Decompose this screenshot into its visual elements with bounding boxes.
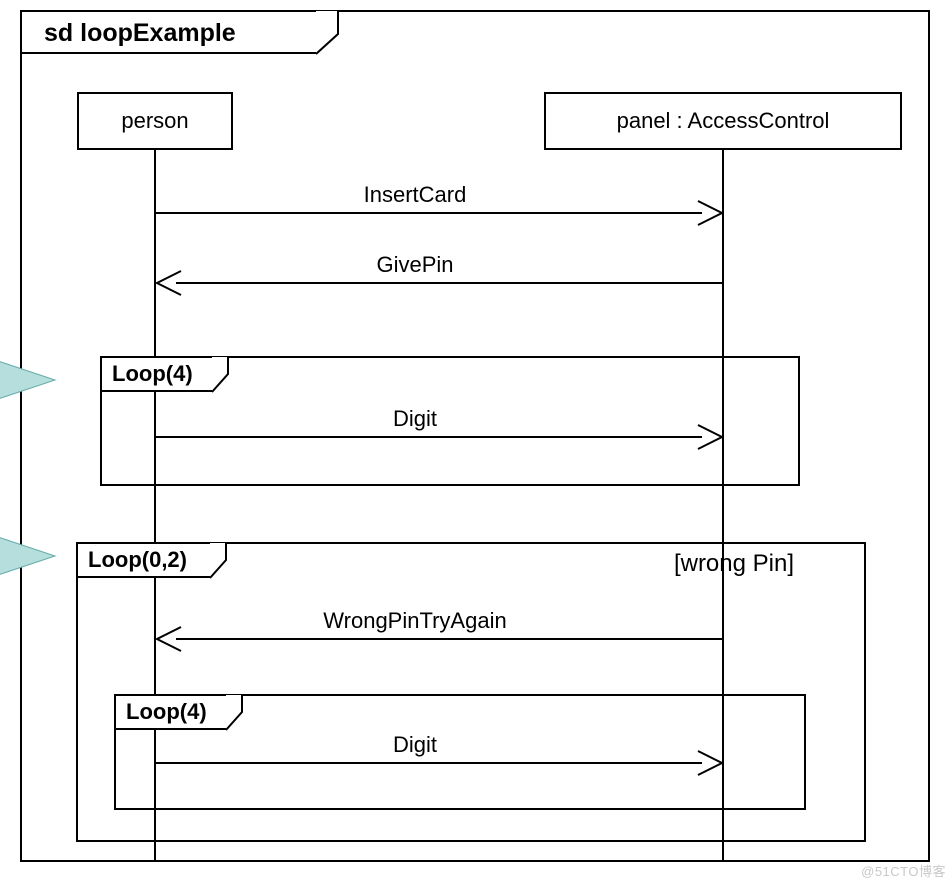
- watermark: @51CTO博客: [861, 861, 946, 880]
- loop3-tab-corner: [226, 694, 256, 732]
- message-digit1-label: Digit: [135, 406, 695, 432]
- loop2-label: Loop(0,2): [88, 547, 187, 572]
- pointer-icon: [0, 360, 65, 400]
- loop1-label: Loop(4): [112, 361, 193, 386]
- arrow-right-icon: [694, 421, 726, 453]
- loop2-tab-corner: [210, 542, 240, 580]
- message-insertcard-label: InsertCard: [135, 182, 695, 208]
- loop1-tab-corner: [212, 356, 242, 394]
- message-digit1-line: [156, 436, 702, 438]
- lifeline-person-header: person: [77, 92, 233, 150]
- message-givepin-label: GivePin: [135, 252, 695, 278]
- lifeline-person-label: person: [121, 108, 188, 134]
- message-givepin-line: [176, 282, 724, 284]
- sequence-diagram-frame: sd loopExample person panel : AccessCont…: [20, 10, 930, 862]
- lifeline-panel-header: panel : AccessControl: [544, 92, 902, 150]
- loop2-tab: Loop(0,2): [76, 542, 210, 578]
- message-insertcard-line: [156, 212, 702, 214]
- diagram-title-tab: sd loopExample: [20, 10, 316, 54]
- loop2-guard: [wrong Pin]: [674, 550, 794, 578]
- pointer-icon: [0, 536, 65, 576]
- arrow-right-icon: [694, 747, 726, 779]
- lifeline-panel-label: panel : AccessControl: [617, 108, 830, 134]
- arrow-left-icon: [153, 267, 185, 299]
- message-wrongpin-label: WrongPinTryAgain: [135, 608, 695, 634]
- title-tab-corner: [316, 10, 356, 54]
- loop1-tab: Loop(4): [100, 356, 212, 392]
- arrow-left-icon: [153, 623, 185, 655]
- loop3-tab: Loop(4): [114, 694, 226, 730]
- message-digit2-label: Digit: [135, 732, 695, 758]
- diagram-title: sd loopExample: [44, 19, 236, 47]
- loop3-label: Loop(4): [126, 699, 207, 724]
- arrow-right-icon: [694, 197, 726, 229]
- message-digit2-line: [156, 762, 702, 764]
- message-wrongpin-line: [176, 638, 724, 640]
